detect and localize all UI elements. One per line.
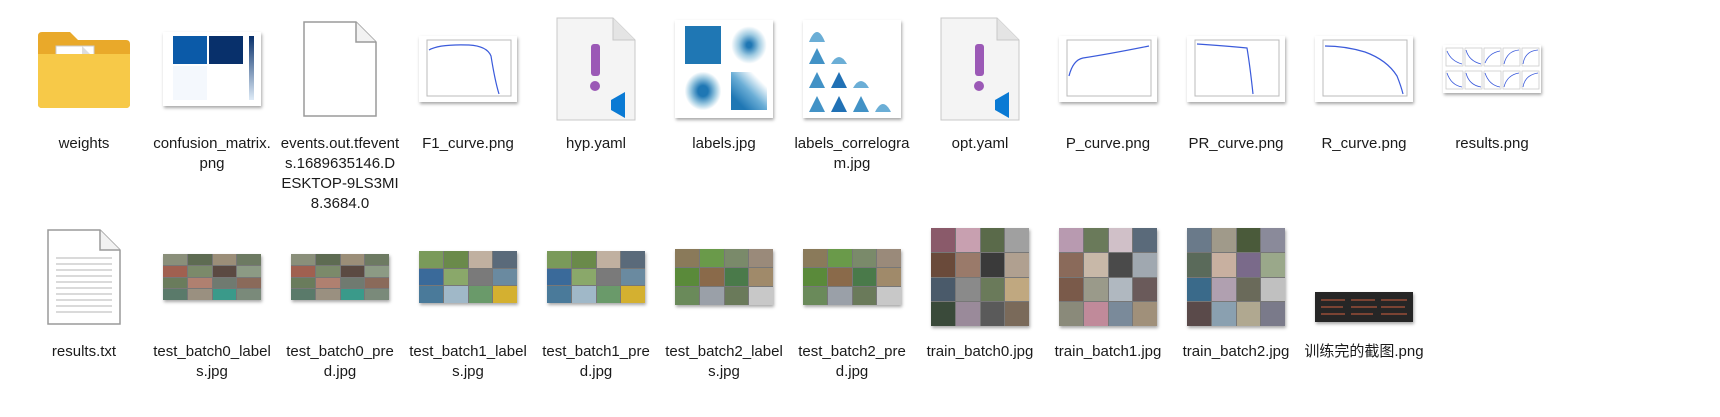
file-name: R_curve.png	[1321, 135, 1407, 152]
file-name: confusion_matrix.png	[153, 135, 271, 172]
image-thumbnail	[148, 14, 276, 124]
file-name: labels.jpg	[692, 135, 756, 152]
file-item-opt-yaml[interactable]: opt.yaml	[916, 14, 1044, 154]
file-item-test-batch2-labels[interactable]: test_batch2_labels.jpg	[660, 222, 788, 382]
vscode-yaml-icon	[532, 14, 660, 124]
file-name: test_batch2_labels.jpg	[665, 343, 783, 380]
file-name: 训练完的截图.png	[1304, 343, 1424, 360]
image-thumbnail	[404, 14, 532, 124]
image-thumbnail	[1172, 222, 1300, 332]
text-file-icon	[20, 222, 148, 332]
file-name: test_batch1_labels.jpg	[409, 343, 527, 380]
file-name: train_batch1.jpg	[1054, 343, 1162, 360]
file-item-test-batch0-pred[interactable]: test_batch0_pred.jpg	[276, 222, 404, 382]
file-item-hyp-yaml[interactable]: hyp.yaml	[532, 14, 660, 154]
file-item-results-txt[interactable]: results.txt	[20, 222, 148, 362]
file-name: hyp.yaml	[565, 135, 627, 152]
file-name: weights	[58, 135, 110, 152]
file-name: results.png	[1455, 135, 1529, 152]
file-item-weights[interactable]: weights	[20, 14, 148, 154]
file-name: F1_curve.png	[422, 135, 514, 152]
image-thumbnail	[148, 222, 276, 332]
file-item-train-batch1[interactable]: train_batch1.jpg	[1044, 222, 1172, 362]
file-name: test_batch0_pred.jpg	[286, 343, 394, 380]
image-thumbnail	[532, 222, 660, 332]
image-thumbnail	[276, 222, 404, 332]
file-explorer-grid: weights confusion_matrix.png events.out.…	[0, 0, 1720, 417]
image-thumbnail	[788, 14, 916, 124]
file-item-confusion-matrix[interactable]: confusion_matrix.png	[148, 14, 276, 174]
image-thumbnail	[1428, 14, 1556, 124]
file-name: train_batch0.jpg	[926, 343, 1034, 360]
file-item-train-batch0[interactable]: train_batch0.jpg	[916, 222, 1044, 362]
file-item-p-curve[interactable]: P_curve.png	[1044, 14, 1172, 154]
image-thumbnail	[404, 222, 532, 332]
file-item-events[interactable]: events.out.tfevents.1689635146.DESKTOP-9…	[276, 14, 404, 214]
image-thumbnail	[916, 222, 1044, 332]
folder-icon	[20, 14, 148, 124]
file-item-test-batch1-labels[interactable]: test_batch1_labels.jpg	[404, 222, 532, 382]
file-name: results.txt	[51, 343, 117, 360]
image-thumbnail	[660, 14, 788, 124]
blank-file-icon	[276, 14, 404, 124]
file-item-labels-correlogram[interactable]: labels_correlogram.jpg	[788, 14, 916, 174]
vscode-yaml-icon	[916, 14, 1044, 124]
file-name: P_curve.png	[1065, 135, 1151, 152]
image-thumbnail	[788, 222, 916, 332]
image-thumbnail	[660, 222, 788, 332]
file-name: PR_curve.png	[1188, 135, 1284, 152]
file-item-results-png[interactable]: results.png	[1428, 14, 1556, 154]
file-item-test-batch2-pred[interactable]: test_batch2_pred.jpg	[788, 222, 916, 382]
file-item-train-batch2[interactable]: train_batch2.jpg	[1172, 222, 1300, 362]
file-name: test_batch0_labels.jpg	[153, 343, 271, 380]
file-item-test-batch0-labels[interactable]: test_batch0_labels.jpg	[148, 222, 276, 382]
file-name: labels_correlogram.jpg	[794, 135, 910, 172]
file-name: test_batch2_pred.jpg	[798, 343, 906, 380]
file-name: test_batch1_pred.jpg	[542, 343, 650, 380]
file-name: train_batch2.jpg	[1182, 343, 1290, 360]
image-thumbnail	[1044, 222, 1172, 332]
file-item-r-curve[interactable]: R_curve.png	[1300, 14, 1428, 154]
file-item-test-batch1-pred[interactable]: test_batch1_pred.jpg	[532, 222, 660, 382]
file-item-training-screenshot[interactable]: 训练完的截图.png	[1300, 222, 1428, 362]
file-item-f1-curve[interactable]: F1_curve.png	[404, 14, 532, 154]
image-thumbnail	[1172, 14, 1300, 124]
file-name: opt.yaml	[951, 135, 1009, 152]
file-item-pr-curve[interactable]: PR_curve.png	[1172, 14, 1300, 154]
file-name: events.out.tfevents.1689635146.DESKTOP-9…	[280, 135, 400, 212]
image-thumbnail	[1300, 222, 1428, 332]
image-thumbnail	[1044, 14, 1172, 124]
file-item-labels[interactable]: labels.jpg	[660, 14, 788, 154]
image-thumbnail	[1300, 14, 1428, 124]
